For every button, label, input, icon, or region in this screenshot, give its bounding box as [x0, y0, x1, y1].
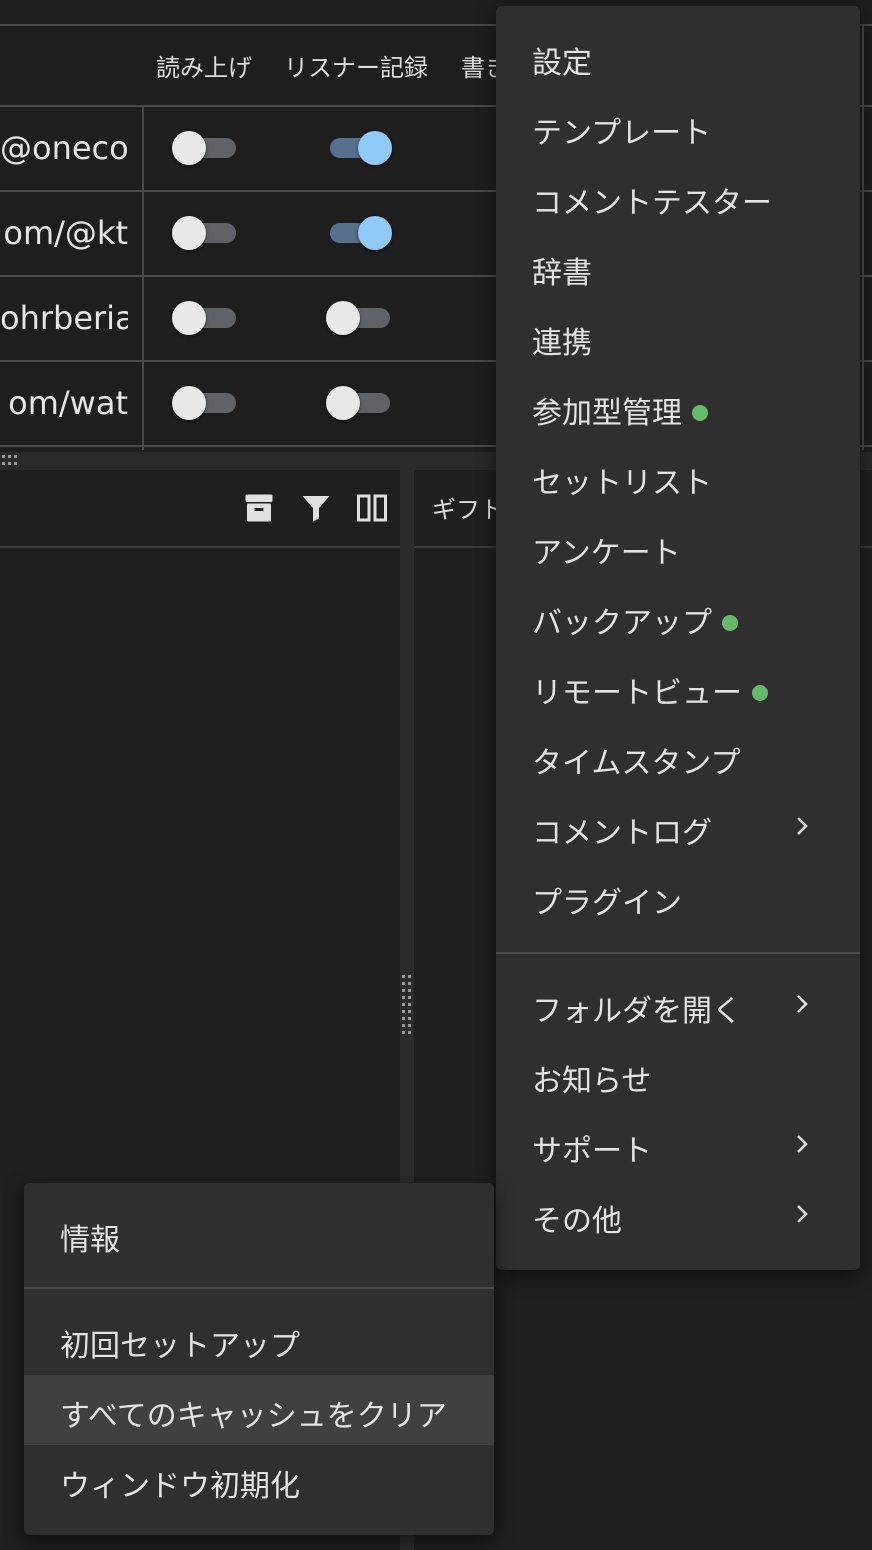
- menu-item[interactable]: 参加型管理: [496, 372, 860, 442]
- menu-item[interactable]: コメントテスター: [496, 162, 860, 232]
- menu-item[interactable]: プラグイン: [496, 862, 860, 932]
- listener-record-toggle[interactable]: [326, 385, 394, 421]
- row-url: om/wat: [8, 384, 128, 422]
- menu-item[interactable]: 辞書: [496, 232, 860, 302]
- menu-item-label: セットリスト: [532, 466, 712, 501]
- row-url: om/@kt: [3, 214, 128, 252]
- read-aloud-toggle[interactable]: [172, 300, 240, 336]
- submenu-item-info[interactable]: 情報: [24, 1199, 494, 1269]
- menu-item[interactable]: 設定: [496, 22, 860, 92]
- submenu-item-label: すべてのキャッシュをクリア: [60, 1399, 447, 1434]
- column-header-read-aloud[interactable]: 読み上げ: [156, 48, 252, 83]
- menu-item-label: 辞書: [532, 256, 592, 291]
- menu-item[interactable]: アンケート: [496, 512, 860, 582]
- row-url: @onecom: [0, 129, 128, 167]
- menu-item[interactable]: リモートビュー: [496, 652, 860, 722]
- listener-record-toggle[interactable]: [326, 300, 394, 336]
- column-divider: [142, 105, 144, 450]
- read-aloud-toggle[interactable]: [172, 215, 240, 251]
- menu-item[interactable]: 連携: [496, 302, 860, 372]
- table-border-right: [862, 24, 864, 450]
- menu-item[interactable]: バックアップ: [496, 582, 860, 652]
- status-dot: [722, 614, 738, 631]
- menu-item-label: コメントログ: [532, 816, 712, 851]
- filter-icon[interactable]: [298, 490, 334, 526]
- menu-item-label: コメントテスター: [532, 186, 772, 221]
- listener-record-toggle[interactable]: [326, 130, 394, 166]
- other-submenu: 情報 初回セットアップ すべてのキャッシュをクリア ウィンドウ初期化: [24, 1183, 494, 1535]
- menu-item-label: その他: [532, 1204, 622, 1239]
- menu-item-label: フォルダを開く: [532, 994, 742, 1029]
- read-aloud-toggle[interactable]: [172, 385, 240, 421]
- menu-item[interactable]: タイムスタンプ: [496, 722, 860, 792]
- status-dot: [692, 404, 708, 421]
- menu-item-label: テンプレート: [532, 116, 712, 151]
- menu-item[interactable]: セットリスト: [496, 442, 860, 512]
- menu-item-label: サポート: [532, 1134, 652, 1169]
- menu-item-label: 設定: [532, 46, 592, 81]
- menu-item-label: 連携: [532, 326, 592, 361]
- menu-divider: [496, 952, 860, 954]
- comment-pane-toolbar: [0, 470, 400, 548]
- submenu-item-clear-cache[interactable]: すべてのキャッシュをクリア: [24, 1375, 494, 1445]
- chevron-right-icon: [797, 995, 808, 1013]
- menu-item[interactable]: サポート: [496, 1110, 860, 1180]
- submenu-item-initial-setup[interactable]: 初回セットアップ: [24, 1305, 494, 1375]
- submenu-item-reset-window[interactable]: ウィンドウ初期化: [24, 1445, 494, 1515]
- submenu-item-label: 初回セットアップ: [60, 1329, 300, 1364]
- chevron-right-icon: [797, 817, 808, 835]
- archive-icon[interactable]: [241, 490, 277, 526]
- menu-item[interactable]: コメントログ: [496, 792, 860, 862]
- submenu-item-label: 情報: [60, 1223, 120, 1258]
- read-aloud-toggle[interactable]: [172, 130, 240, 166]
- menu-item-label: お知らせ: [532, 1064, 652, 1099]
- menu-item-label: 参加型管理: [532, 388, 708, 432]
- listener-record-toggle[interactable]: [326, 215, 394, 251]
- menu-divider: [24, 1287, 494, 1289]
- menu-item[interactable]: フォルダを開く: [496, 970, 860, 1040]
- menu-item[interactable]: お知らせ: [496, 1040, 860, 1110]
- menu-item[interactable]: テンプレート: [496, 92, 860, 162]
- menu-item-label: リモートビュー: [532, 668, 768, 712]
- gift-pane-title: ギフト: [432, 496, 504, 524]
- menu-item-label: タイムスタンプ: [532, 746, 741, 781]
- status-dot: [752, 684, 768, 701]
- menu-item-label: プラグイン: [532, 886, 682, 921]
- submenu-item-label: ウィンドウ初期化: [60, 1469, 300, 1504]
- column-header-listener-record[interactable]: リスナー記録: [284, 48, 428, 83]
- menu-item-label: バックアップ: [532, 598, 738, 642]
- chevron-right-icon: [797, 1135, 808, 1153]
- menu-item-label: アンケート: [532, 536, 681, 571]
- row-url: ohrberia: [0, 299, 128, 337]
- columns-icon[interactable]: [354, 490, 390, 526]
- chevron-right-icon: [797, 1205, 808, 1223]
- main-menu: 設定テンプレートコメントテスター 辞書連携参加型管理セットリスト アンケートバックア…: [496, 6, 860, 1270]
- menu-item[interactable]: その他: [496, 1180, 860, 1250]
